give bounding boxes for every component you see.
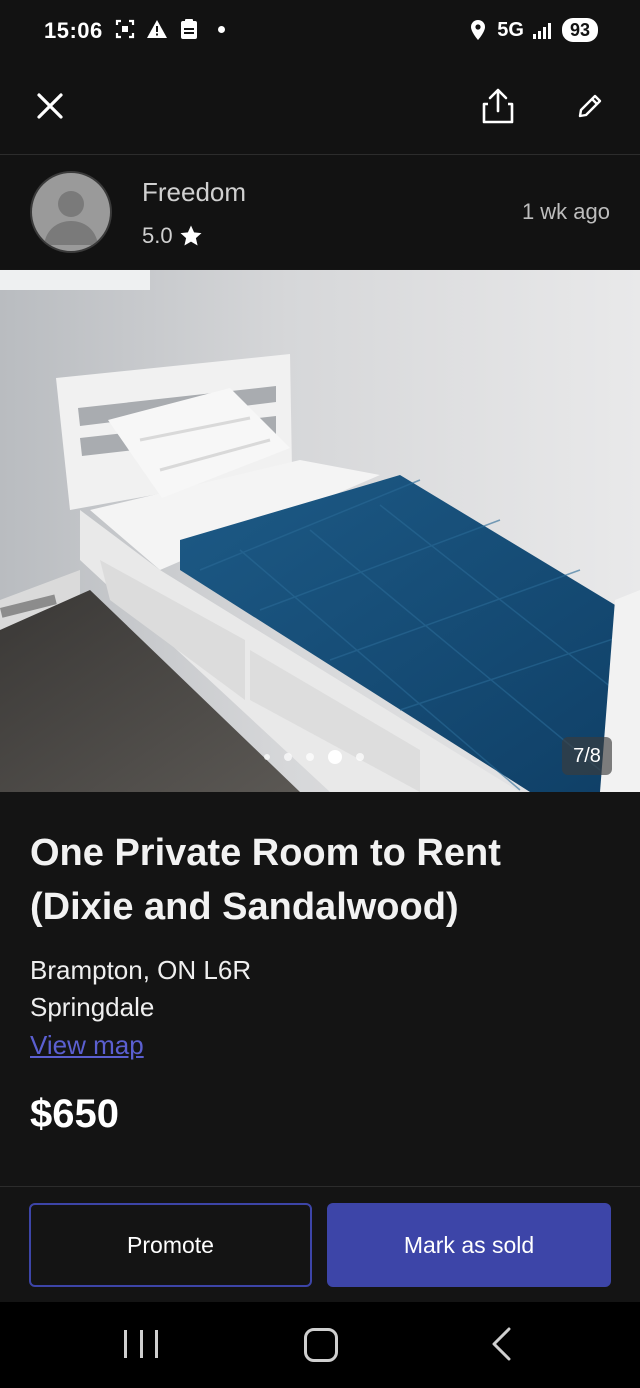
edit-icon bbox=[578, 94, 602, 118]
share-button[interactable] bbox=[476, 84, 520, 128]
location-city: Brampton, ON L6R bbox=[30, 955, 252, 985]
seller-name[interactable]: Freedom bbox=[142, 177, 246, 208]
top-app-bar bbox=[0, 64, 640, 155]
signal-icon bbox=[532, 19, 554, 41]
back-icon[interactable] bbox=[486, 1326, 516, 1362]
mark-as-sold-button[interactable]: Mark as sold bbox=[327, 1203, 611, 1287]
system-navigation-bar bbox=[0, 1302, 640, 1388]
status-bar: 15:06 5G 93 bbox=[0, 0, 640, 64]
screenshot-icon bbox=[114, 18, 136, 40]
recents-icon[interactable] bbox=[124, 1330, 158, 1360]
pagination-dot-active bbox=[328, 750, 342, 764]
view-map-link[interactable]: View map bbox=[30, 1030, 144, 1061]
pagination-dot bbox=[264, 754, 270, 760]
close-button[interactable] bbox=[30, 86, 70, 126]
seller-row[interactable]: Freedom 5.0 1 wk ago bbox=[0, 155, 640, 269]
battery-indicator: 93 bbox=[561, 18, 598, 42]
photo-pagination-dots bbox=[264, 750, 364, 764]
pagination-dot bbox=[306, 753, 314, 761]
warning-icon bbox=[146, 18, 168, 40]
location-neighbourhood: Springdale bbox=[30, 992, 155, 1022]
listing-price: $650 bbox=[30, 1092, 119, 1136]
listing-photo[interactable] bbox=[0, 270, 640, 792]
home-icon[interactable] bbox=[304, 1328, 338, 1362]
share-icon bbox=[482, 88, 514, 124]
star-icon bbox=[180, 225, 202, 246]
notification-dot bbox=[218, 25, 225, 33]
divider bbox=[0, 1186, 640, 1187]
listing-title: One Private Room to Rent (Dixie and Sand… bbox=[30, 832, 501, 928]
status-icons-left bbox=[114, 18, 225, 40]
network-type: 5G bbox=[497, 18, 524, 41]
status-time: 15:06 bbox=[44, 18, 103, 43]
status-icons-right: 5G 93 bbox=[467, 18, 598, 42]
bed-photo bbox=[0, 270, 640, 792]
pagination-dot bbox=[284, 753, 292, 761]
rating-value: 5.0 bbox=[142, 223, 173, 248]
clipboard-icon bbox=[178, 18, 200, 40]
posted-time: 1 wk ago bbox=[521, 199, 610, 224]
location-icon bbox=[467, 19, 489, 41]
edit-button[interactable] bbox=[570, 86, 610, 126]
person-placeholder-icon bbox=[44, 191, 98, 245]
seller-rating: 5.0 bbox=[142, 223, 203, 249]
avatar[interactable] bbox=[30, 171, 112, 253]
close-icon bbox=[37, 93, 63, 119]
photo-counter: 7/8 bbox=[562, 737, 612, 775]
pagination-dot bbox=[356, 753, 364, 761]
promote-button[interactable]: Promote bbox=[29, 1203, 312, 1287]
